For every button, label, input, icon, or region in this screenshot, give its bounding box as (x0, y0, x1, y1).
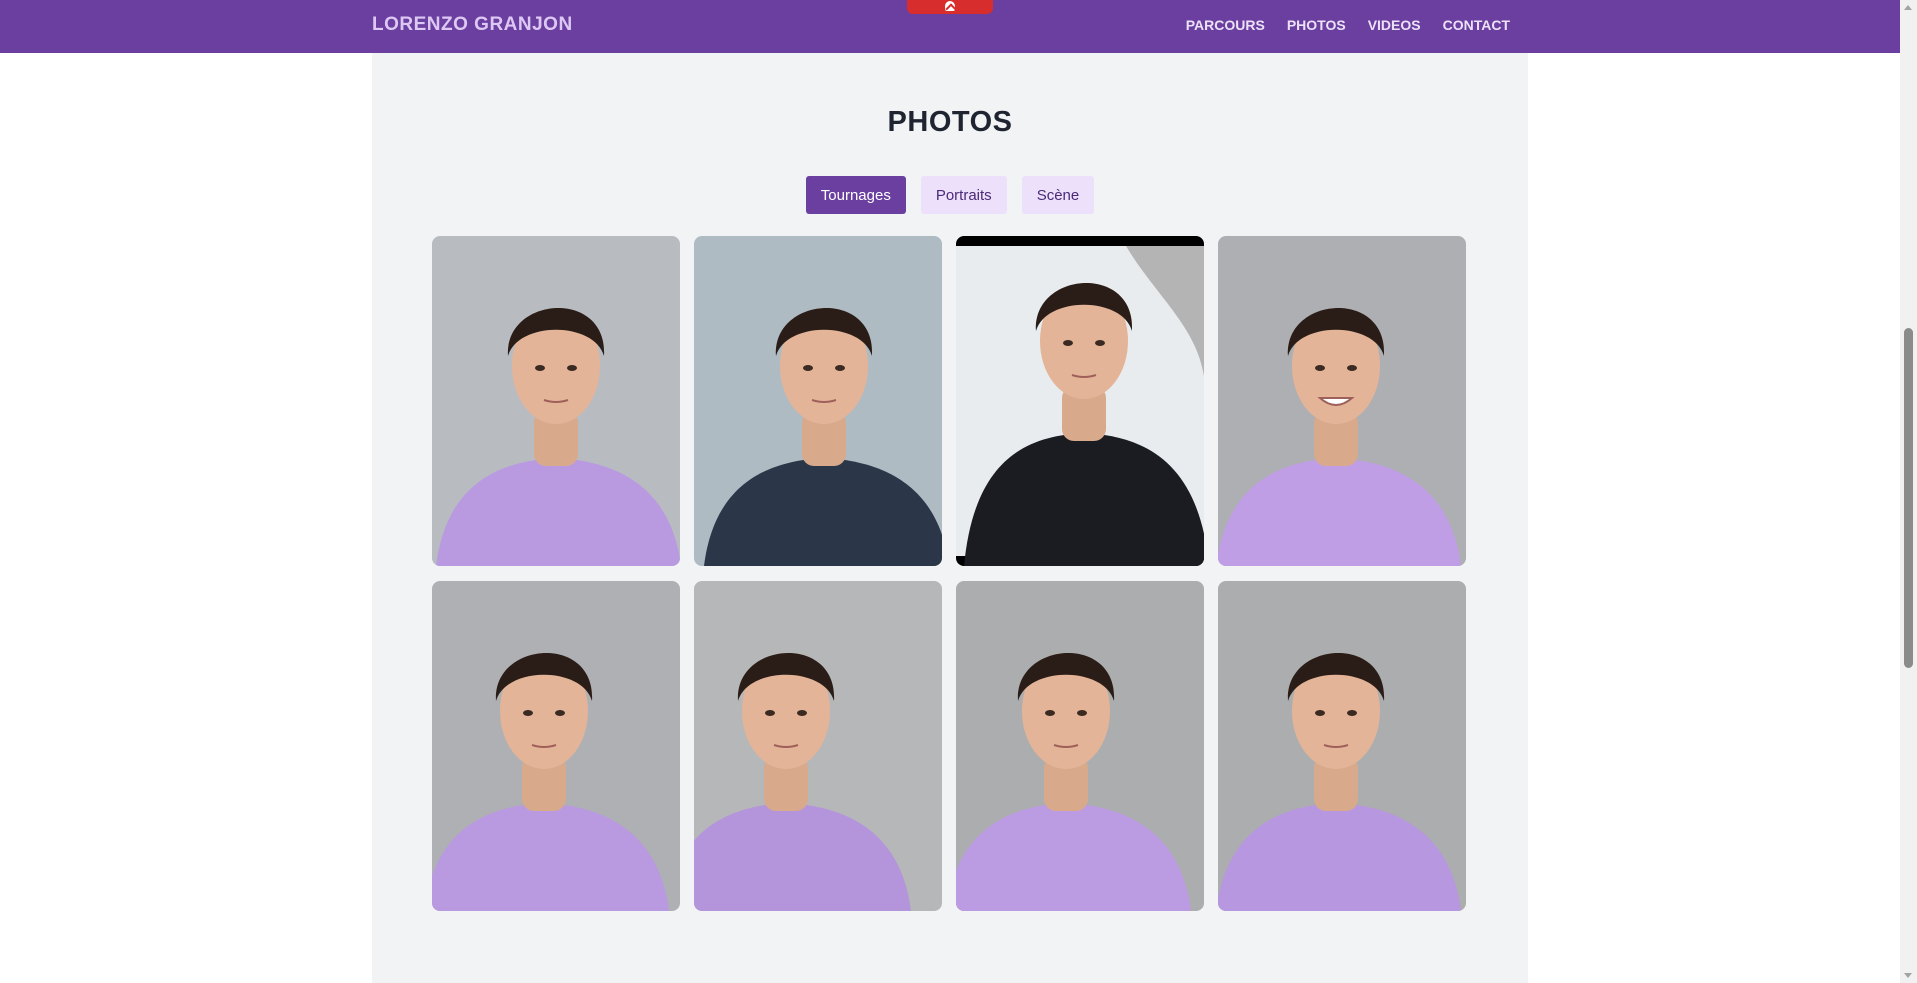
scroll-down-arrow-icon[interactable] (1904, 973, 1912, 978)
portrait-photo-image (432, 581, 680, 911)
photo-card[interactable] (956, 236, 1204, 566)
site-brand[interactable]: LORENZO GRANJON (372, 14, 573, 36)
portrait-photo-image (1218, 581, 1466, 911)
top-navbar: LORENZO GRANJON PARCOURS PHOTOS VIDEOS C… (0, 0, 1900, 53)
portrait-photo-image (694, 236, 942, 566)
nav-link-videos[interactable]: VIDEOS (1368, 17, 1421, 33)
photo-filter-tabs: Tournages Portraits Scène (372, 176, 1528, 214)
portrait-photo-image (956, 581, 1204, 911)
page-scrollbar[interactable] (1900, 0, 1917, 983)
photo-card[interactable] (956, 581, 1204, 911)
scroll-to-top-button[interactable] (907, 0, 993, 14)
photo-card[interactable] (432, 236, 680, 566)
portrait-photo-image (694, 581, 942, 911)
chevron-up-icon (945, 1, 955, 11)
portrait-photo-image (432, 236, 680, 566)
portrait-photo-image (956, 236, 1204, 566)
filter-scene[interactable]: Scène (1021, 176, 1095, 214)
photo-card[interactable] (432, 581, 680, 911)
photo-grid (432, 236, 1468, 911)
photo-card[interactable] (694, 581, 942, 911)
nav-link-photos[interactable]: PHOTOS (1287, 17, 1346, 33)
nav-link-parcours[interactable]: PARCOURS (1186, 17, 1265, 33)
portrait-photo-image (1218, 236, 1466, 566)
nav-links: PARCOURS PHOTOS VIDEOS CONTACT (1186, 17, 1510, 33)
filter-tournages[interactable]: Tournages (805, 176, 906, 214)
section-title: PHOTOS (887, 106, 1013, 138)
nav-link-contact[interactable]: CONTACT (1443, 17, 1510, 33)
photo-card[interactable] (1218, 236, 1466, 566)
photo-card[interactable] (1218, 581, 1466, 911)
photos-section: PHOTOS Tournages Portraits Scène (372, 53, 1528, 983)
scroll-thumb[interactable] (1904, 328, 1913, 668)
scroll-up-arrow-icon[interactable] (1904, 5, 1912, 10)
photo-card[interactable] (694, 236, 942, 566)
filter-portraits[interactable]: Portraits (920, 176, 1007, 214)
